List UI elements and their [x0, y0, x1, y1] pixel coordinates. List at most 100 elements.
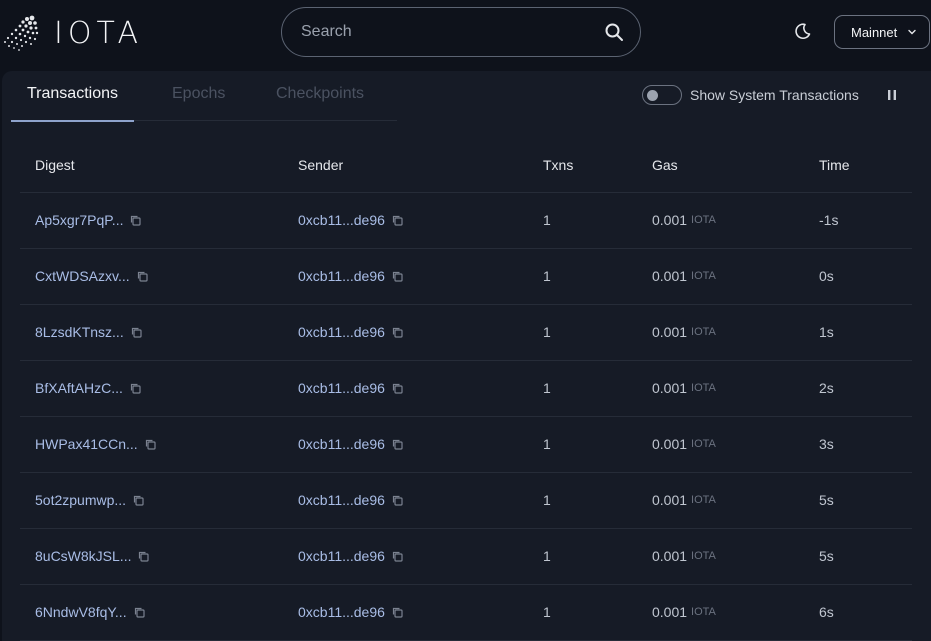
digest-link[interactable]: 6NndwV8fqY...: [35, 604, 127, 620]
iota-logo[interactable]: IOTA: [2, 13, 143, 53]
sender-link[interactable]: 0xcb11...de96: [298, 548, 385, 564]
time-cell: 3s: [819, 436, 834, 452]
copy-icon[interactable]: [137, 550, 150, 563]
tab-bar: Transactions Epochs Checkpoints: [11, 71, 397, 122]
gas-value: 0.001: [652, 212, 688, 228]
digest-link[interactable]: HWPax41CCn...: [35, 436, 138, 452]
digest-cell: 6NndwV8fqY...: [35, 604, 146, 620]
sender-cell: 0xcb11...de96: [298, 604, 404, 620]
tab-epochs[interactable]: Epochs: [172, 85, 225, 121]
digest-link[interactable]: Ap5xgr7PqP...: [35, 212, 123, 228]
sender-link[interactable]: 0xcb11...de96: [298, 212, 385, 228]
gas-value: 0.001: [652, 380, 688, 396]
gas-value: 0.001: [652, 492, 688, 508]
sender-link[interactable]: 0xcb11...de96: [298, 492, 385, 508]
logo-text: IOTA: [54, 15, 143, 51]
sender-cell: 0xcb11...de96: [298, 268, 404, 284]
table-row: HWPax41CCn... 0xcb11...de96 1 0.001 IOTA…: [20, 417, 912, 473]
search-input[interactable]: [299, 22, 604, 42]
digest-link[interactable]: 8uCsW8kJSL...: [35, 548, 131, 564]
gas-cell: 0.001 IOTA: [652, 324, 716, 340]
search-bar[interactable]: [281, 7, 641, 57]
digest-cell: HWPax41CCn...: [35, 436, 157, 452]
sender-cell: 0xcb11...de96: [298, 492, 404, 508]
gas-cell: 0.001 IOTA: [652, 268, 716, 284]
copy-icon[interactable]: [391, 270, 404, 283]
copy-icon[interactable]: [391, 494, 404, 507]
digest-cell: 5ot2zpumwp...: [35, 492, 145, 508]
time-cell: -1s: [819, 212, 839, 228]
column-header-gas: Gas: [652, 157, 678, 173]
switch-knob: [647, 90, 658, 101]
gas-cell: 0.001 IOTA: [652, 436, 716, 452]
sender-link[interactable]: 0xcb11...de96: [298, 436, 385, 452]
table-row: Ap5xgr7PqP... 0xcb11...de96 1 0.001 IOTA…: [20, 193, 912, 249]
sender-cell: 0xcb11...de96: [298, 324, 404, 340]
copy-icon[interactable]: [391, 438, 404, 451]
search-icon[interactable]: [604, 22, 624, 42]
table-row: CxtWDSAzxv... 0xcb11...de96 1 0.001 IOTA…: [20, 249, 912, 305]
table-row: 8LzsdKTnsz... 0xcb11...de96 1 0.001 IOTA…: [20, 305, 912, 361]
sender-link[interactable]: 0xcb11...de96: [298, 380, 385, 396]
digest-link[interactable]: 8LzsdKTnsz...: [35, 324, 124, 340]
gas-unit: IOTA: [691, 382, 716, 394]
digest-link[interactable]: 5ot2zpumwp...: [35, 492, 126, 508]
gas-value: 0.001: [652, 268, 688, 284]
gas-unit: IOTA: [691, 550, 716, 562]
txns-cell: 1: [543, 548, 551, 564]
table-body: Ap5xgr7PqP... 0xcb11...de96 1 0.001 IOTA…: [20, 193, 912, 641]
gas-value: 0.001: [652, 548, 688, 564]
gas-cell: 0.001 IOTA: [652, 604, 716, 620]
table-row: 6NndwV8fqY... 0xcb11...de96 1 0.001 IOTA…: [20, 585, 912, 641]
table-row: 5ot2zpumwp... 0xcb11...de96 1 0.001 IOTA…: [20, 473, 912, 529]
pause-icon[interactable]: [886, 89, 898, 101]
time-cell: 0s: [819, 268, 834, 284]
copy-icon[interactable]: [391, 326, 404, 339]
copy-icon[interactable]: [136, 270, 149, 283]
copy-icon[interactable]: [391, 550, 404, 563]
table-row: 8uCsW8kJSL... 0xcb11...de96 1 0.001 IOTA…: [20, 529, 912, 585]
system-transactions-toggle: Show System Transactions: [642, 85, 859, 105]
gas-cell: 0.001 IOTA: [652, 492, 716, 508]
copy-icon[interactable]: [132, 494, 145, 507]
copy-icon[interactable]: [129, 382, 142, 395]
copy-icon[interactable]: [391, 606, 404, 619]
sender-link[interactable]: 0xcb11...de96: [298, 268, 385, 284]
txns-cell: 1: [543, 212, 551, 228]
txns-cell: 1: [543, 268, 551, 284]
digest-link[interactable]: BfXAftAHzC...: [35, 380, 123, 396]
sender-link[interactable]: 0xcb11...de96: [298, 324, 385, 340]
network-label: Mainnet: [851, 24, 898, 40]
gas-value: 0.001: [652, 324, 688, 340]
sender-cell: 0xcb11...de96: [298, 212, 404, 228]
digest-cell: CxtWDSAzxv...: [35, 268, 149, 284]
transactions-table: Digest Sender Txns Gas Time Ap5xgr7PqP..…: [20, 141, 912, 641]
digest-cell: 8uCsW8kJSL...: [35, 548, 150, 564]
copy-icon[interactable]: [130, 326, 143, 339]
time-cell: 5s: [819, 548, 834, 564]
column-header-time: Time: [819, 157, 850, 173]
sender-cell: 0xcb11...de96: [298, 380, 404, 396]
copy-icon[interactable]: [391, 382, 404, 395]
network-selector[interactable]: Mainnet: [834, 15, 930, 49]
sender-cell: 0xcb11...de96: [298, 436, 404, 452]
system-transactions-switch[interactable]: [642, 85, 682, 105]
copy-icon[interactable]: [133, 606, 146, 619]
digest-link[interactable]: CxtWDSAzxv...: [35, 268, 130, 284]
copy-icon[interactable]: [129, 214, 142, 227]
copy-icon[interactable]: [144, 438, 157, 451]
digest-cell: BfXAftAHzC...: [35, 380, 142, 396]
txns-cell: 1: [543, 324, 551, 340]
tab-transactions[interactable]: Transactions: [11, 85, 134, 122]
moon-icon[interactable]: [794, 22, 812, 40]
gas-unit: IOTA: [691, 438, 716, 450]
txns-cell: 1: [543, 436, 551, 452]
table-row: BfXAftAHzC... 0xcb11...de96 1 0.001 IOTA…: [20, 361, 912, 417]
copy-icon[interactable]: [391, 214, 404, 227]
tab-checkpoints[interactable]: Checkpoints: [276, 85, 364, 121]
header: IOTA Mainnet: [0, 0, 931, 68]
sender-link[interactable]: 0xcb11...de96: [298, 604, 385, 620]
gas-cell: 0.001 IOTA: [652, 212, 716, 228]
digest-cell: Ap5xgr7PqP...: [35, 212, 142, 228]
column-header-digest: Digest: [35, 157, 75, 173]
